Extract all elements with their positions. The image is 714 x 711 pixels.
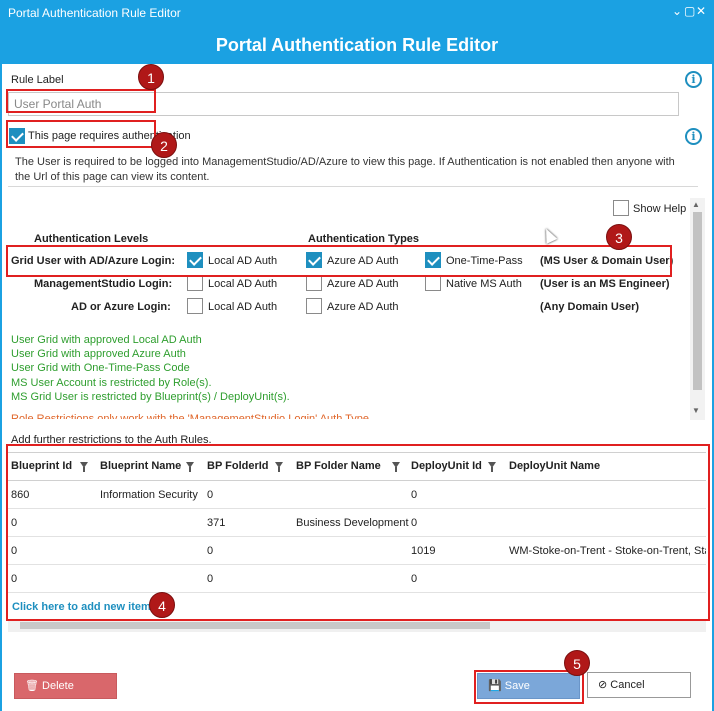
- summary-line: User Grid with approved Azure Auth: [11, 348, 186, 360]
- option-label: Azure AD Auth: [327, 301, 399, 313]
- summary-line: User Grid with approved Local AD Auth: [11, 334, 202, 346]
- maximize-icon[interactable]: ▢: [684, 4, 696, 18]
- callout-badge: 2: [151, 132, 177, 158]
- callout-badge: 5: [564, 650, 590, 676]
- role-warning-line: Role Restrictions only work with the 'Ma…: [11, 413, 370, 425]
- info-icon[interactable]: i: [685, 71, 702, 88]
- cancel-button[interactable]: ⊘ Cancel: [587, 672, 691, 698]
- window-titlebar: Portal Authentication Rule Editor ⌄▢✕: [0, 0, 714, 26]
- level-label-ad-azure: AD or Azure Login:: [71, 301, 171, 313]
- ms-local-ad-checkbox[interactable]: [187, 275, 203, 291]
- mouse-cursor-icon: [540, 226, 558, 244]
- scroll-down-icon[interactable]: ▼: [692, 406, 700, 415]
- auth-description: The User is required to be logged into M…: [15, 156, 675, 183]
- cancel-icon: ⊘: [598, 679, 608, 691]
- scroll-up-icon[interactable]: ▲: [692, 200, 700, 209]
- delete-button[interactable]: 🗑 Delete: [14, 673, 117, 699]
- show-help-label: Show Help: [633, 203, 687, 215]
- option-label: Azure AD Auth: [327, 278, 399, 290]
- delete-label: Delete: [42, 680, 74, 692]
- show-help-checkbox[interactable]: [613, 200, 629, 216]
- trash-icon: 🗑: [25, 680, 39, 692]
- window-border-left: [0, 64, 2, 711]
- callout-badge: 4: [149, 592, 175, 618]
- option-label: Native MS Auth: [446, 278, 522, 290]
- auth-types-heading: Authentication Types: [308, 233, 420, 245]
- callout-box: [6, 444, 710, 621]
- summary-line: MS User Account is restricted by Role(s)…: [11, 377, 212, 389]
- callout-box: [6, 89, 156, 113]
- level-note: (Any Domain User): [540, 301, 640, 313]
- ms-azure-ad-checkbox[interactable]: [306, 275, 322, 291]
- divider: [8, 186, 698, 187]
- ad-azure-ad-checkbox[interactable]: [306, 298, 322, 314]
- option-label: Local AD Auth: [208, 301, 278, 313]
- callout-box: [6, 245, 672, 277]
- callout-badge: 1: [138, 64, 164, 90]
- page-title: Portal Authentication Rule Editor: [0, 26, 714, 64]
- option-label: Local AD Auth: [208, 278, 278, 290]
- cancel-label: Cancel: [610, 679, 645, 691]
- summary-line: User Grid with One-Time-Pass Code: [11, 362, 190, 374]
- level-note: (User is an MS Engineer): [540, 278, 670, 290]
- callout-box: [474, 670, 584, 704]
- minimize-icon[interactable]: ⌄: [672, 4, 684, 18]
- window-title: Portal Authentication Rule Editor: [8, 6, 181, 20]
- scrollbar-thumb[interactable]: [693, 212, 702, 390]
- ms-native-checkbox[interactable]: [425, 275, 441, 291]
- window-controls: ⌄▢✕: [672, 4, 708, 18]
- ad-local-ad-checkbox[interactable]: [187, 298, 203, 314]
- info-icon[interactable]: i: [685, 128, 702, 145]
- summary-line: MS Grid User is restricted by Blueprint(…: [11, 391, 290, 403]
- rule-label-caption: Rule Label: [11, 74, 64, 86]
- callout-badge: 3: [606, 224, 632, 250]
- callout-box: [6, 120, 156, 148]
- vertical-scrollbar[interactable]: ▲ ▼: [690, 198, 705, 420]
- level-label-ms-login: ManagementStudio Login:: [34, 278, 173, 290]
- scrollbar-thumb[interactable]: [20, 622, 490, 629]
- auth-levels-heading: Authentication Levels: [34, 233, 149, 245]
- close-icon[interactable]: ✕: [696, 4, 708, 18]
